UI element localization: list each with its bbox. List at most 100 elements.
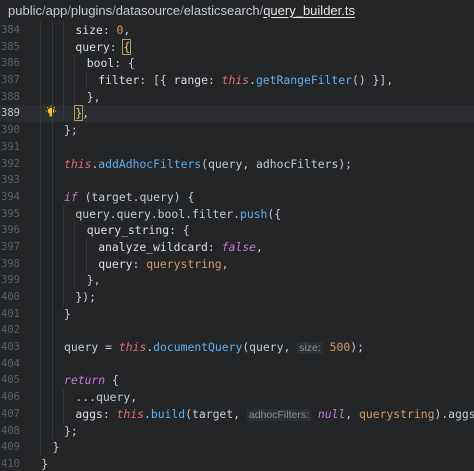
code-line[interactable]: 384 size: 0, <box>0 22 474 39</box>
indent-guide <box>51 289 53 306</box>
indent-guide <box>51 38 53 56</box>
code-line[interactable]: 393 <box>0 172 474 189</box>
code-token: : <box>102 23 117 37</box>
line-code[interactable]: query: { <box>75 38 132 56</box>
code-token: return <box>64 373 106 388</box>
code-line[interactable]: 406 ...query, <box>0 389 474 406</box>
indent-guide <box>40 272 42 289</box>
code-line[interactable]: 391 <box>0 138 474 156</box>
code-token: : <box>102 406 117 421</box>
code-line[interactable]: 409} <box>0 439 474 456</box>
code-editor[interactable]: public/app/plugins/datasource/elasticsea… <box>0 0 474 471</box>
code-token: this <box>64 156 92 171</box>
breadcrumb-path[interactable]: public/app/plugins/datasource/elasticsea… <box>8 3 263 18</box>
indent-guide <box>51 405 53 423</box>
code-line[interactable]: 387 filter: [{ range: this.getRangeFilter… <box>0 72 474 89</box>
code-line[interactable]: 401} <box>0 305 474 323</box>
line-code[interactable]: query = this.documentQuery(query, size: … <box>64 339 364 357</box>
code-line[interactable]: 395 query.query.bool.filter.push({ <box>0 205 474 223</box>
parameter-hint: size: <box>297 342 323 355</box>
lightbulb-icon[interactable] <box>45 105 57 121</box>
breadcrumb-segment[interactable]: app <box>46 3 68 18</box>
code-line[interactable]: 385 query: { <box>0 38 474 56</box>
line-code[interactable]: }; <box>64 423 78 440</box>
code-line[interactable]: 389}, <box>0 105 474 123</box>
line-code[interactable]: }, <box>87 272 101 289</box>
indent-guide <box>40 372 42 390</box>
code-token: }; <box>64 123 78 138</box>
code-token: : { <box>169 223 190 238</box>
line-number: 397 <box>1 240 20 253</box>
line-code[interactable]: query: querystring, <box>98 256 228 273</box>
line-number: 400 <box>1 291 20 303</box>
code-token: } <box>41 456 49 471</box>
code-line[interactable]: 386 bool: { <box>0 55 474 73</box>
line-code[interactable]: ...query, <box>75 389 137 406</box>
code-token: (target, <box>185 406 247 421</box>
code-line[interactable]: 397 analyze_wildcard: false, <box>0 238 474 256</box>
breadcrumb-segment[interactable]: elasticsearch <box>184 3 260 18</box>
code-token: addAdhocFilters <box>98 156 202 171</box>
code-line[interactable]: 392 this.addAdhocFilters(query, adhocFilt… <box>0 155 474 173</box>
line-code[interactable]: query_string: { <box>87 222 190 239</box>
breadcrumb-segment[interactable]: datasource <box>116 3 180 18</box>
line-code[interactable]: query.query.bool.filter.push({ <box>75 206 281 223</box>
code-line[interactable]: 388}, <box>0 88 474 106</box>
line-code[interactable]: filter: [{ range: this.getRangeFilter() … <box>98 72 393 89</box>
code-line[interactable]: 405 return { <box>0 372 474 390</box>
code-line[interactable]: 407 aggs: this.build(target, adhocFilters… <box>0 405 474 424</box>
code-token: size <box>75 23 103 37</box>
code-line[interactable]: 410} <box>0 456 474 471</box>
indent-guide <box>40 122 42 139</box>
breadcrumb-segment[interactable]: plugins <box>71 3 112 18</box>
indent-guide <box>63 238 64 256</box>
indent-guide <box>40 405 42 423</box>
code-line[interactable]: 404 <box>0 355 474 373</box>
breadcrumb-segment[interactable]: public <box>8 3 42 18</box>
line-code[interactable]: }); <box>75 289 96 306</box>
indent-guide <box>51 422 53 440</box>
line-number: 402 <box>1 324 20 337</box>
line-number: 384 <box>1 24 20 36</box>
indent-guide <box>51 22 53 39</box>
code-line[interactable]: 399}, <box>0 272 474 289</box>
line-code[interactable]: return { <box>64 372 119 389</box>
line-code[interactable]: analyze_wildcard: false, <box>98 239 263 256</box>
line-code[interactable]: bool: { <box>87 55 135 72</box>
line-code[interactable]: aggs: this.build(target, adhocFilters: n… <box>75 406 474 424</box>
code-line[interactable]: 400}); <box>0 289 474 306</box>
indent-guide <box>74 88 76 106</box>
code-line[interactable]: 402 <box>0 322 474 340</box>
line-code[interactable]: }, <box>74 105 89 122</box>
code-token: }, <box>86 273 101 288</box>
line-code[interactable]: } <box>41 456 48 471</box>
indent-guide <box>51 172 53 189</box>
line-code[interactable]: if (target.query) { <box>64 189 194 206</box>
code-area[interactable]: 384 size: 0, 385 query: {386 bool: {387 filte… <box>0 22 474 471</box>
code-token: bool <box>86 56 115 71</box>
line-code[interactable]: } <box>53 439 60 456</box>
code-line[interactable]: 398 query: querystring, <box>0 255 474 273</box>
code-line[interactable]: 394 if (target.query) { <box>0 188 474 206</box>
code-token: query = <box>64 340 119 355</box>
code-line[interactable]: 408}; <box>0 422 474 440</box>
code-token: , <box>221 256 229 271</box>
line-code[interactable]: this.addAdhocFilters(query, adhocFilters… <box>64 156 352 173</box>
line-code[interactable]: size: 0, <box>75 22 130 39</box>
code-token: : { <box>114 56 135 71</box>
indent-guide <box>63 22 64 39</box>
code-token: : [{ <box>139 73 174 88</box>
line-code[interactable]: }; <box>64 122 78 139</box>
indent-guide <box>74 238 76 256</box>
breadcrumb-file[interactable]: query_builder.ts <box>263 3 355 18</box>
code-line[interactable]: 390}; <box>0 122 474 139</box>
code-line[interactable]: 403 query = this.documentQuery(query, siz… <box>0 339 474 356</box>
indent-guide <box>63 72 64 89</box>
code-line[interactable]: 396 query_string: { <box>0 222 474 239</box>
line-code[interactable]: }, <box>87 89 101 106</box>
code-token: this <box>221 73 250 88</box>
code-token: } <box>64 306 71 321</box>
line-code[interactable]: } <box>64 306 71 323</box>
indent-guide <box>40 188 42 206</box>
